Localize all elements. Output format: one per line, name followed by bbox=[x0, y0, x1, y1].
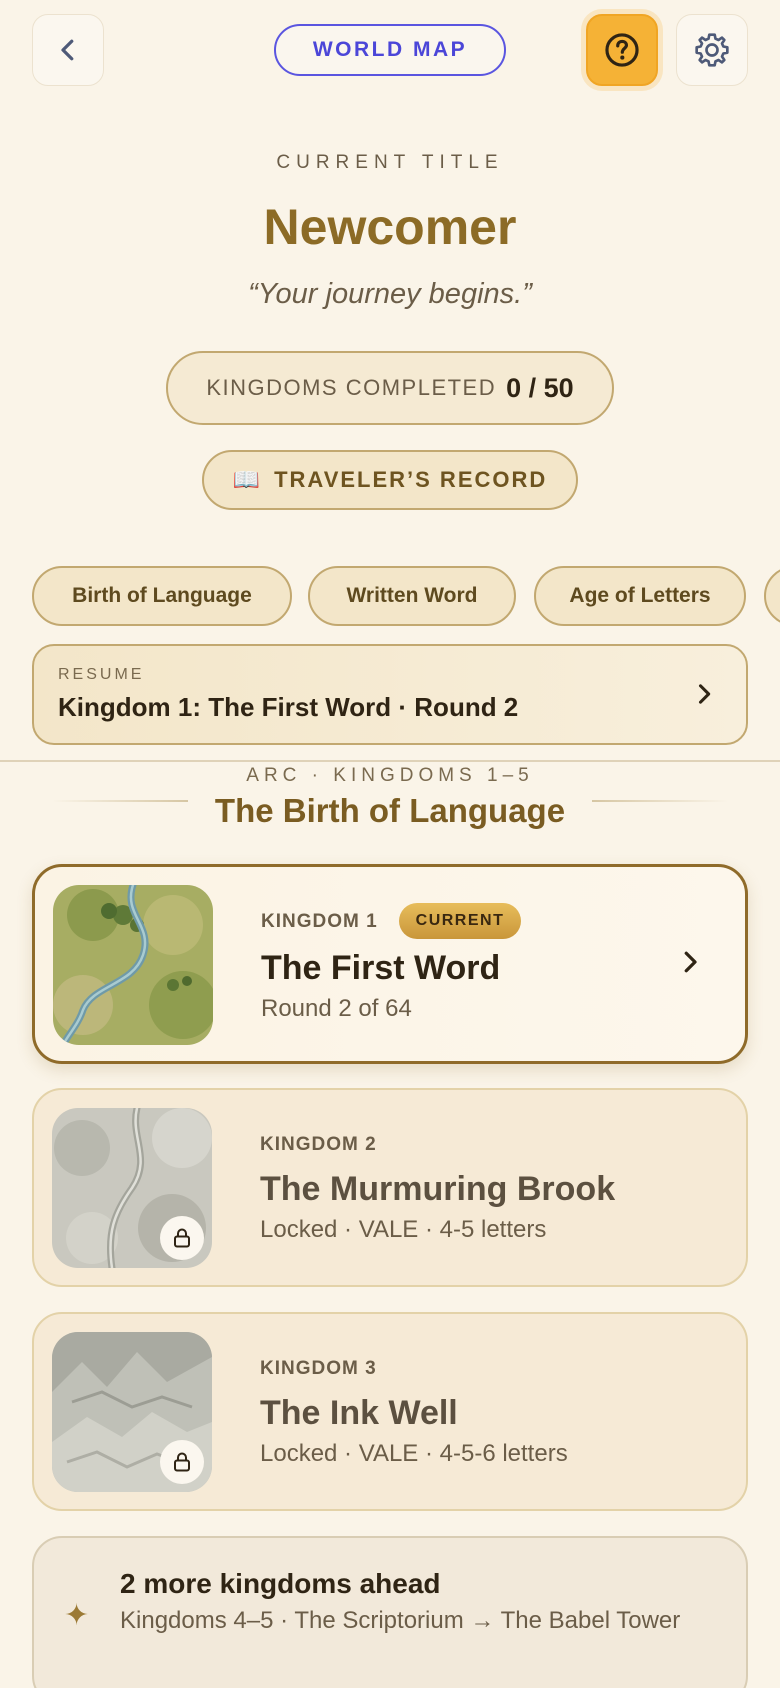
kingdom-number-label: KINGDOM 3 bbox=[260, 1358, 377, 1379]
arc-chip-row: Birth of Language Written Word Age of Le… bbox=[32, 566, 780, 628]
kingdom-subtitle: Locked · VALE · 4-5-6 letters bbox=[260, 1440, 568, 1467]
chevron-left-icon bbox=[61, 39, 74, 61]
kingdom-subtitle: Round 2 of 64 bbox=[261, 995, 412, 1022]
question-circle-icon bbox=[605, 33, 639, 67]
current-badge: CURRENT bbox=[399, 903, 521, 939]
current-title-label: CURRENT TITLE bbox=[276, 152, 504, 173]
chevron-right-icon bbox=[684, 951, 697, 973]
lock-badge bbox=[160, 1440, 204, 1484]
more-kingdoms-subtitle: Kingdoms 4–5 · The Scriptorium → The Bab… bbox=[120, 1607, 681, 1634]
player-title: Newcomer bbox=[263, 199, 517, 255]
kingdom-subtitle: Locked · VALE · 4-5 letters bbox=[260, 1216, 547, 1243]
book-icon: 📖 bbox=[232, 467, 263, 492]
top-bar: WORLD MAP bbox=[0, 0, 780, 100]
chip-label: Age of Letters bbox=[569, 584, 711, 607]
arc-label: ARC · KINGDOMS 1–5 bbox=[246, 765, 534, 786]
kingdom-title: The Ink Well bbox=[260, 1394, 458, 1432]
kingdom-number-label: KINGDOM 1 bbox=[261, 911, 378, 932]
chip-birth-of-language[interactable]: Birth of Language bbox=[32, 566, 292, 626]
sparkle-icon: ✦ bbox=[64, 1598, 90, 1633]
world-map-button[interactable]: WORLD MAP bbox=[274, 24, 506, 76]
kingdom-card-2[interactable]: KINGDOM 2 The Murmuring Brook Locked · V… bbox=[32, 1088, 748, 1287]
arc-title: The Birth of Language bbox=[214, 792, 566, 829]
resume-card[interactable]: RESUME Kingdom 1: The First Word · Round… bbox=[32, 644, 748, 745]
kingdoms-completed-label: KINGDOMS COMPLETED bbox=[206, 375, 497, 400]
help-button[interactable] bbox=[586, 14, 658, 86]
lock-icon bbox=[174, 1228, 190, 1248]
kingdoms-completed-value: 0 / 50 bbox=[506, 372, 574, 403]
section-divider bbox=[0, 760, 780, 762]
travelers-record-button[interactable]: 📖 TRAVELER’S RECORD bbox=[202, 450, 578, 510]
chip-label: Birth of Language bbox=[72, 584, 252, 607]
chip-age-of-letters[interactable]: Age of Letters bbox=[534, 566, 746, 626]
kingdoms-completed-badge: KINGDOMS COMPLETED 0 / 50 bbox=[166, 351, 614, 425]
settings-button[interactable] bbox=[676, 14, 748, 86]
chevron-right-icon bbox=[698, 684, 711, 704]
kingdom-card-1[interactable]: KINGDOM 1 CURRENT The First Word Round 2… bbox=[32, 864, 748, 1064]
kingdom-card-3[interactable]: KINGDOM 3 The Ink Well Locked · VALE · 4… bbox=[32, 1312, 748, 1511]
lock-icon bbox=[174, 1452, 190, 1472]
chip-label: Written Word bbox=[346, 584, 478, 607]
gear-icon bbox=[695, 33, 729, 67]
kingdom-title: The Murmuring Brook bbox=[260, 1170, 616, 1208]
more-kingdoms-card[interactable]: ✦ 2 more kingdoms ahead Kingdoms 4–5 · T… bbox=[32, 1536, 748, 1688]
kingdom-title: The First Word bbox=[261, 949, 501, 987]
lock-badge bbox=[160, 1216, 204, 1260]
resume-label: RESUME bbox=[58, 666, 145, 683]
more-kingdoms-title: 2 more kingdoms ahead bbox=[120, 1568, 441, 1599]
travelers-record-label: TRAVELER’S RECORD bbox=[274, 467, 548, 492]
resume-text: Kingdom 1: The First Word · Round 2 bbox=[58, 692, 519, 722]
chip-next-arc[interactable] bbox=[764, 566, 780, 626]
title-tagline: “Your journey begins.” bbox=[248, 278, 532, 310]
back-button[interactable] bbox=[32, 14, 104, 86]
kingdom-number-label: KINGDOM 2 bbox=[260, 1134, 377, 1155]
chip-written-word[interactable]: Written Word bbox=[308, 566, 516, 626]
kingdom-1-map-thumbnail bbox=[53, 885, 213, 1045]
